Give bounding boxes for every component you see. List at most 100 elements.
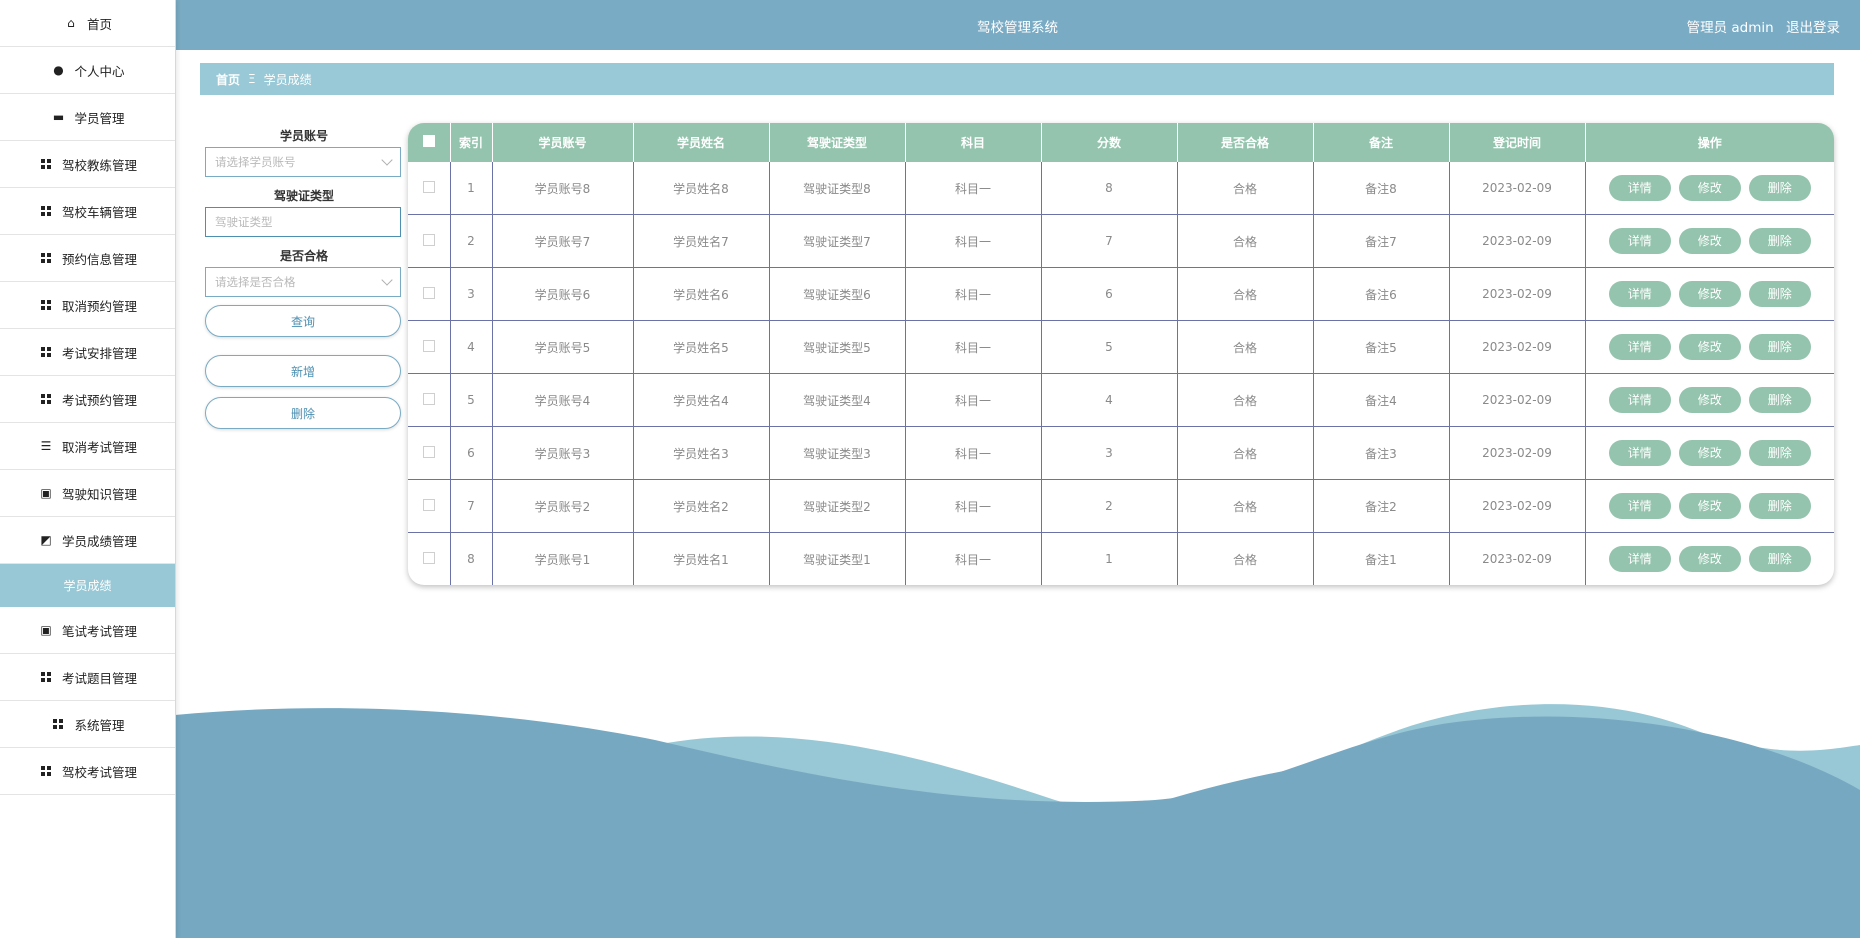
row-checkbox[interactable] [422,339,435,352]
detail-button[interactable]: 详情 [1608,175,1671,201]
column-header: 操作 [1697,136,1722,150]
edit-button[interactable]: 修改 [1678,175,1741,201]
sidebar-subitem-student-scores[interactable]: 学员成绩 [0,564,175,607]
select-all-checkbox[interactable] [422,135,435,147]
delete-button[interactable]: 删除 [205,397,401,429]
sidebar-item[interactable]: 驾校车辆管理 [0,188,175,235]
actions-cell: 详情 修改 删除 [1585,479,1834,533]
table-row: 5 学员账号4 学员姓名4 驾驶证类型4 科目一 4 合格 备注4 2023-02-09 详情 修改… [408,373,1834,427]
add-button[interactable]: 新增 [205,355,401,387]
edit-button[interactable]: 修改 [1678,493,1741,519]
sidebar-item-label: 考试预约管理 [61,392,137,408]
row-checkbox[interactable] [422,180,435,193]
row-checkbox[interactable] [422,445,435,458]
actions-cell: 详情 修改 删除 [1585,373,1834,427]
column-header: 登记时间 [1449,123,1586,162]
sidebar-item[interactable]: ● 个人中心 [0,47,175,94]
edit-button[interactable]: 修改 [1678,546,1741,572]
table-cell: 驾驶证类型5 [769,320,906,374]
table-cell: 2023-02-09 [1449,532,1586,585]
delete-row-button[interactable]: 删除 [1748,228,1811,254]
sidebar-item[interactable]: 驾校教练管理 [0,141,175,188]
row-checkbox[interactable] [422,498,435,511]
license-type-input[interactable]: 驾驶证类型 [205,207,401,237]
table-cell: 1 [450,162,493,215]
row-checkbox[interactable] [422,233,435,246]
admin-label: 管理员 admin [1686,20,1774,36]
table-cell: 学员账号7 [492,214,634,268]
sidebar-item[interactable]: ◩ 学员成绩管理 [0,517,175,564]
detail-button[interactable]: 详情 [1608,440,1671,466]
table-cell: 驾驶证类型2 [769,479,906,533]
delete-row-button[interactable]: 删除 [1748,281,1811,307]
pass-select-placeholder: 请选择是否合格 [215,275,296,289]
delete-row-button[interactable]: 删除 [1748,546,1811,572]
sidebar-item[interactable]: 系统管理 [0,701,175,748]
table-cell: 驾驶证类型8 [769,162,906,215]
edit-button[interactable]: 修改 [1678,334,1741,360]
sidebar-item[interactable]: ▣ 笔试考试管理 [0,607,175,654]
row-select-cell [408,214,451,268]
table-cell: 2 [450,214,493,268]
breadcrumb-separator-icon: Ξ [248,72,256,86]
table-cell: 备注6 [1313,267,1450,321]
table-cell: 1 [1041,532,1178,585]
sidebar-item[interactable]: 考试预约管理 [0,376,175,423]
row-checkbox[interactable] [422,286,435,299]
pass-select[interactable]: 请选择是否合格 [205,267,401,297]
delete-row-button[interactable]: 删除 [1748,175,1811,201]
delete-row-button[interactable]: 删除 [1748,440,1811,466]
user-area: 管理员 admin 退出登录 [1679,16,1840,36]
sidebar-item[interactable]: ⌂ 首页 [0,0,175,47]
table-cell: 学员姓名3 [633,426,770,480]
table-cell: 科目一 [905,162,1042,215]
detail-button[interactable]: 详情 [1608,493,1671,519]
sidebar-item[interactable]: 取消预约管理 [0,282,175,329]
sidebar-item[interactable]: ▬ 学员管理 [0,94,175,141]
sidebar-item-label: 驾驶知识管理 [61,486,137,502]
account-select[interactable]: 请选择学员账号 [205,147,401,177]
sidebar-item[interactable]: ☰ 取消考试管理 [0,423,175,470]
grid-icon [38,766,54,776]
sidebar-item[interactable]: 考试题目管理 [0,654,175,701]
sidebar-item[interactable]: 预约信息管理 [0,235,175,282]
table-row: 6 学员账号3 学员姓名3 驾驶证类型3 科目一 3 合格 备注3 2023-02-09 详情 修改… [408,426,1834,480]
table-cell: 合格 [1177,214,1314,268]
detail-button[interactable]: 详情 [1608,228,1671,254]
clipboard-icon: ▣ [40,623,52,637]
sidebar-item-label: 个人中心 [74,63,125,79]
table-cell: 学员账号3 [492,426,634,480]
delete-row-button[interactable]: 删除 [1748,493,1811,519]
row-checkbox[interactable] [422,392,435,405]
table-cell: 学员账号5 [492,320,634,374]
row-select-cell [408,373,451,427]
delete-row-button[interactable]: 删除 [1748,334,1811,360]
table-cell: 2023-02-09 [1449,373,1586,427]
edit-button[interactable]: 修改 [1678,440,1741,466]
row-checkbox[interactable] [422,551,435,564]
table-row: 4 学员账号5 学员姓名5 驾驶证类型5 科目一 5 合格 备注5 2023-02-09 详情 修改… [408,320,1834,374]
table-cell: 驾驶证类型6 [769,267,906,321]
edit-button[interactable]: 修改 [1678,387,1741,413]
detail-button[interactable]: 详情 [1608,387,1671,413]
delete-row-button[interactable]: 删除 [1748,387,1811,413]
breadcrumb-home[interactable]: 首页 [216,71,240,88]
sidebar-item-label: 取消预约管理 [61,298,137,314]
query-button[interactable]: 查询 [205,305,401,337]
sidebar-item[interactable]: 考试安排管理 [0,329,175,376]
table-cell: 备注3 [1313,426,1450,480]
sidebar-item[interactable]: ▣ 驾驶知识管理 [0,470,175,517]
edit-button[interactable]: 修改 [1678,281,1741,307]
table-cell: 科目一 [905,426,1042,480]
sidebar-item-label: 取消考试管理 [61,439,137,455]
logout-link[interactable]: 退出登录 [1786,20,1840,36]
sidebar-item[interactable]: 驾校考试管理 [0,748,175,795]
sidebar-item-label: 系统管理 [74,717,125,733]
detail-button[interactable]: 详情 [1608,546,1671,572]
edit-button[interactable]: 修改 [1678,228,1741,254]
account-label: 学员账号 [279,129,328,143]
decorative-waves [175,704,1860,938]
detail-button[interactable]: 详情 [1608,334,1671,360]
detail-button[interactable]: 详情 [1608,281,1671,307]
table-cell: 2023-02-09 [1449,479,1586,533]
